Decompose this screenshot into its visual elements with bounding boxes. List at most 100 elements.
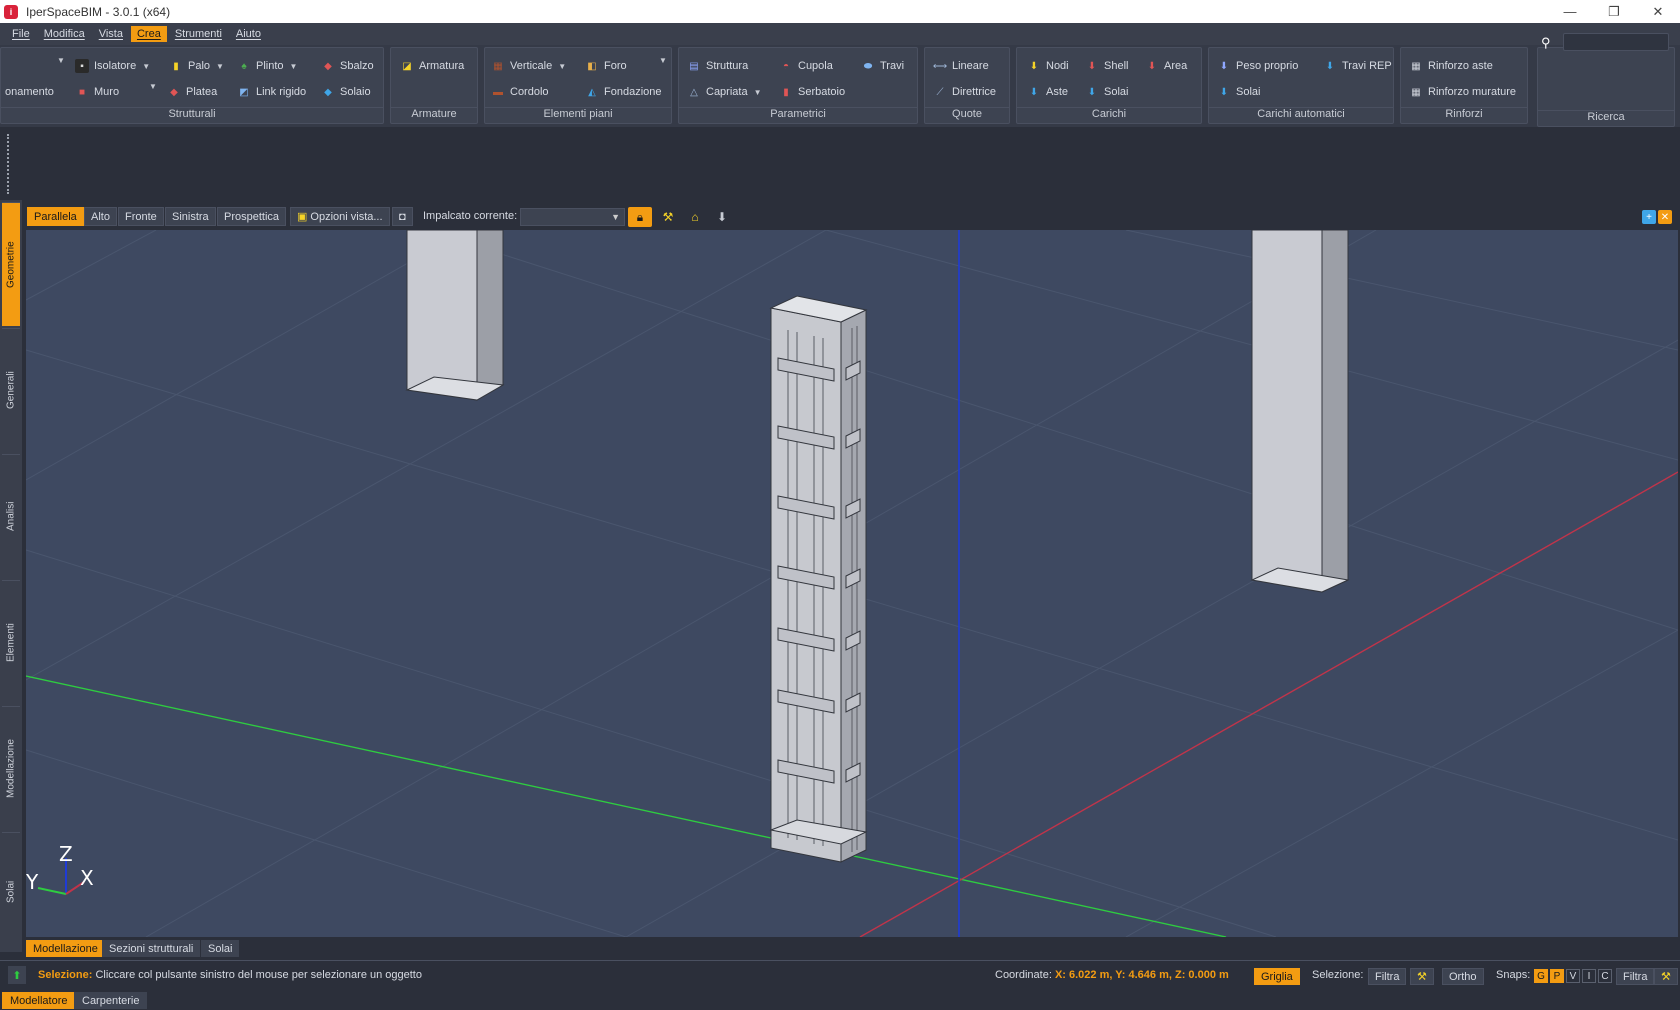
carichi-solai-button[interactable]: ⬇ Solai — [1085, 82, 1129, 102]
carichi-aste-button[interactable]: ⬇ Aste — [1027, 82, 1068, 102]
carichi-nodi-button[interactable]: ⬇ Nodi — [1027, 56, 1069, 76]
tab-generali[interactable]: Generali — [2, 328, 20, 452]
wrench-button[interactable]: ⚒ — [656, 207, 680, 227]
close-button[interactable]: ✕ — [1636, 0, 1680, 23]
griglia-toggle[interactable]: Griglia — [1254, 968, 1300, 985]
tab-analisi[interactable]: Analisi — [2, 454, 20, 578]
chevron-down-icon[interactable]: ▼ — [558, 62, 566, 71]
link-rigido-button[interactable]: ◩ Link rigido — [237, 82, 306, 102]
group-ricerca: Ricerca — [1537, 47, 1675, 127]
view-alto-button[interactable]: Alto — [84, 207, 117, 226]
view-sinistra-button[interactable]: Sinistra — [165, 207, 216, 226]
chevron-down-icon[interactable]: ▼ — [149, 82, 157, 91]
down-arrow-button[interactable]: ⬇ — [710, 207, 734, 227]
rinforzo-aste-icon: ▦ — [1411, 60, 1421, 72]
chevron-down-icon[interactable]: ▼ — [290, 62, 298, 71]
column-right[interactable] — [1250, 230, 1350, 593]
lineare-button[interactable]: ⟷ Lineare — [933, 56, 989, 76]
direttrice-button[interactable]: ⟋ Direttrice — [933, 82, 997, 102]
opzioni-vista-button[interactable]: ▣ Opzioni vista... — [290, 207, 390, 226]
home-button[interactable]: ⌂ — [683, 207, 707, 227]
column-left[interactable] — [405, 230, 505, 401]
snap-i-toggle[interactable]: I — [1582, 969, 1596, 983]
maximize-view-button[interactable]: + — [1642, 210, 1656, 224]
snap-c-toggle[interactable]: C — [1598, 969, 1612, 983]
sbalzo-button[interactable]: ◆ Sbalzo — [321, 56, 374, 76]
column-center[interactable] — [769, 295, 868, 863]
ortho-toggle[interactable]: Ortho — [1442, 968, 1484, 985]
filter-settings-button[interactable]: ⚒ — [1410, 968, 1434, 985]
rinforzo-aste-button[interactable]: ▦ Rinforzo aste — [1409, 56, 1493, 76]
snap-filtra-button[interactable]: Filtra — [1616, 968, 1655, 985]
status-up-button[interactable]: ⬆ — [8, 966, 26, 984]
chevron-down-icon[interactable]: ▼ — [57, 56, 65, 65]
fondazione-button[interactable]: ◭ Fondazione — [585, 82, 661, 102]
peso-proprio-button[interactable]: ⬇ Peso proprio — [1217, 56, 1299, 76]
snap-p-toggle[interactable]: P — [1550, 969, 1564, 983]
search-input[interactable] — [1563, 33, 1669, 51]
arrow-down-icon: ⬇ — [716, 210, 728, 224]
cupola-button[interactable]: ◓ Cupola — [779, 56, 833, 76]
capriata-button[interactable]: △ Capriata ▼ — [687, 82, 762, 102]
serbatoio-button[interactable]: ▮ Serbatoio — [779, 82, 845, 102]
tab-elementi[interactable]: Elementi — [2, 580, 20, 704]
viewport-3d[interactable]: Z Y X — [26, 230, 1678, 937]
solaio-icon: ◆ — [324, 86, 332, 98]
snap-settings-button[interactable]: ⚒ — [1654, 968, 1678, 985]
menu-strumenti[interactable]: Strumenti — [169, 26, 228, 42]
rinforzo-murature-button[interactable]: ▦ Rinforzo murature — [1409, 82, 1516, 102]
tab-sezioni-strutturali[interactable]: Sezioni strutturali — [102, 940, 201, 957]
palo-icon: ▮ — [173, 60, 179, 72]
filtra-button[interactable]: Filtra — [1368, 968, 1407, 985]
carichi-auto-solai-button[interactable]: ⬇ Solai — [1217, 82, 1261, 102]
tab-geometrie[interactable]: Geometrie — [2, 202, 20, 326]
foro-button[interactable]: ◧ Foro — [585, 56, 626, 76]
carichi-area-button[interactable]: ⬇ Area — [1145, 56, 1187, 76]
tab-modellazione[interactable]: Modellazione — [2, 706, 20, 830]
view-fronte-button[interactable]: Fronte — [118, 207, 164, 226]
direttrice-icon: ⟋ — [936, 86, 944, 98]
menu-aiuto[interactable]: Aiuto — [230, 26, 267, 42]
menu-file[interactable]: File — [6, 26, 36, 42]
cordolo-button[interactable]: ▬ Cordolo — [491, 82, 549, 102]
view-prospettica-button[interactable]: Prospettica — [217, 207, 287, 226]
impalcato-select[interactable]: ▼ — [520, 208, 625, 226]
menu-crea[interactable]: Crea — [130, 26, 167, 42]
chevron-down-icon[interactable]: ▼ — [216, 62, 224, 71]
camera-button[interactable]: ◘ — [392, 207, 413, 226]
struttura-button[interactable]: ▤ Struttura — [687, 56, 748, 76]
chevron-down-icon[interactable]: ▼ — [659, 56, 667, 65]
muro-button[interactable]: ■ Muro — [75, 82, 119, 102]
minimize-button[interactable]: — — [1548, 0, 1592, 23]
platea-button[interactable]: ◆ Platea — [167, 82, 217, 102]
tab-modellazione-bottom[interactable]: Modellazione — [26, 940, 105, 957]
tab-modellatore[interactable]: Modellatore — [2, 992, 76, 1009]
posizionamento-button[interactable]: onamento — [5, 82, 54, 102]
close-view-button[interactable]: ✕ — [1658, 210, 1672, 224]
group-title: Parametrici — [679, 107, 917, 123]
travi-rep-button[interactable]: ⬇ Travi REP — [1323, 56, 1392, 76]
tab-carpenterie[interactable]: Carpenterie — [74, 992, 148, 1009]
tab-solai-bottom[interactable]: Solai — [201, 940, 240, 957]
snap-v-toggle[interactable]: V — [1566, 969, 1580, 983]
toolbar-grip[interactable] — [7, 134, 10, 194]
lock-button[interactable]: 🔒︎ — [628, 207, 652, 227]
verticale-button[interactable]: ▦ Verticale ▼ — [491, 56, 566, 76]
palo-button[interactable]: ▮ Palo ▼ — [169, 56, 224, 76]
search-icon[interactable]: ⚲ — [1541, 35, 1551, 51]
chevron-down-icon[interactable]: ▼ — [142, 62, 150, 71]
view-parallela-button[interactable]: Parallela — [27, 207, 84, 226]
plinto-button[interactable]: ♠ Plinto ▼ — [237, 56, 297, 76]
chevron-down-icon[interactable]: ▼ — [754, 88, 762, 97]
solaio-button[interactable]: ◆ Solaio — [321, 82, 370, 102]
menu-modifica[interactable]: Modifica — [38, 26, 91, 42]
snap-g-toggle[interactable]: G — [1534, 969, 1548, 983]
travi-button[interactable]: ⬬ Travi — [861, 56, 904, 76]
carichi-shell-button[interactable]: ⬇ Shell — [1085, 56, 1129, 76]
tab-solai[interactable]: Solai — [2, 832, 20, 950]
isolatore-button[interactable]: ▪ Isolatore ▼ — [75, 56, 150, 76]
restore-button[interactable]: ❐ — [1592, 0, 1636, 23]
travi-icon: ⬬ — [863, 60, 873, 72]
menu-vista[interactable]: Vista — [93, 26, 129, 42]
armatura-button[interactable]: ◪ Armatura — [400, 56, 464, 76]
